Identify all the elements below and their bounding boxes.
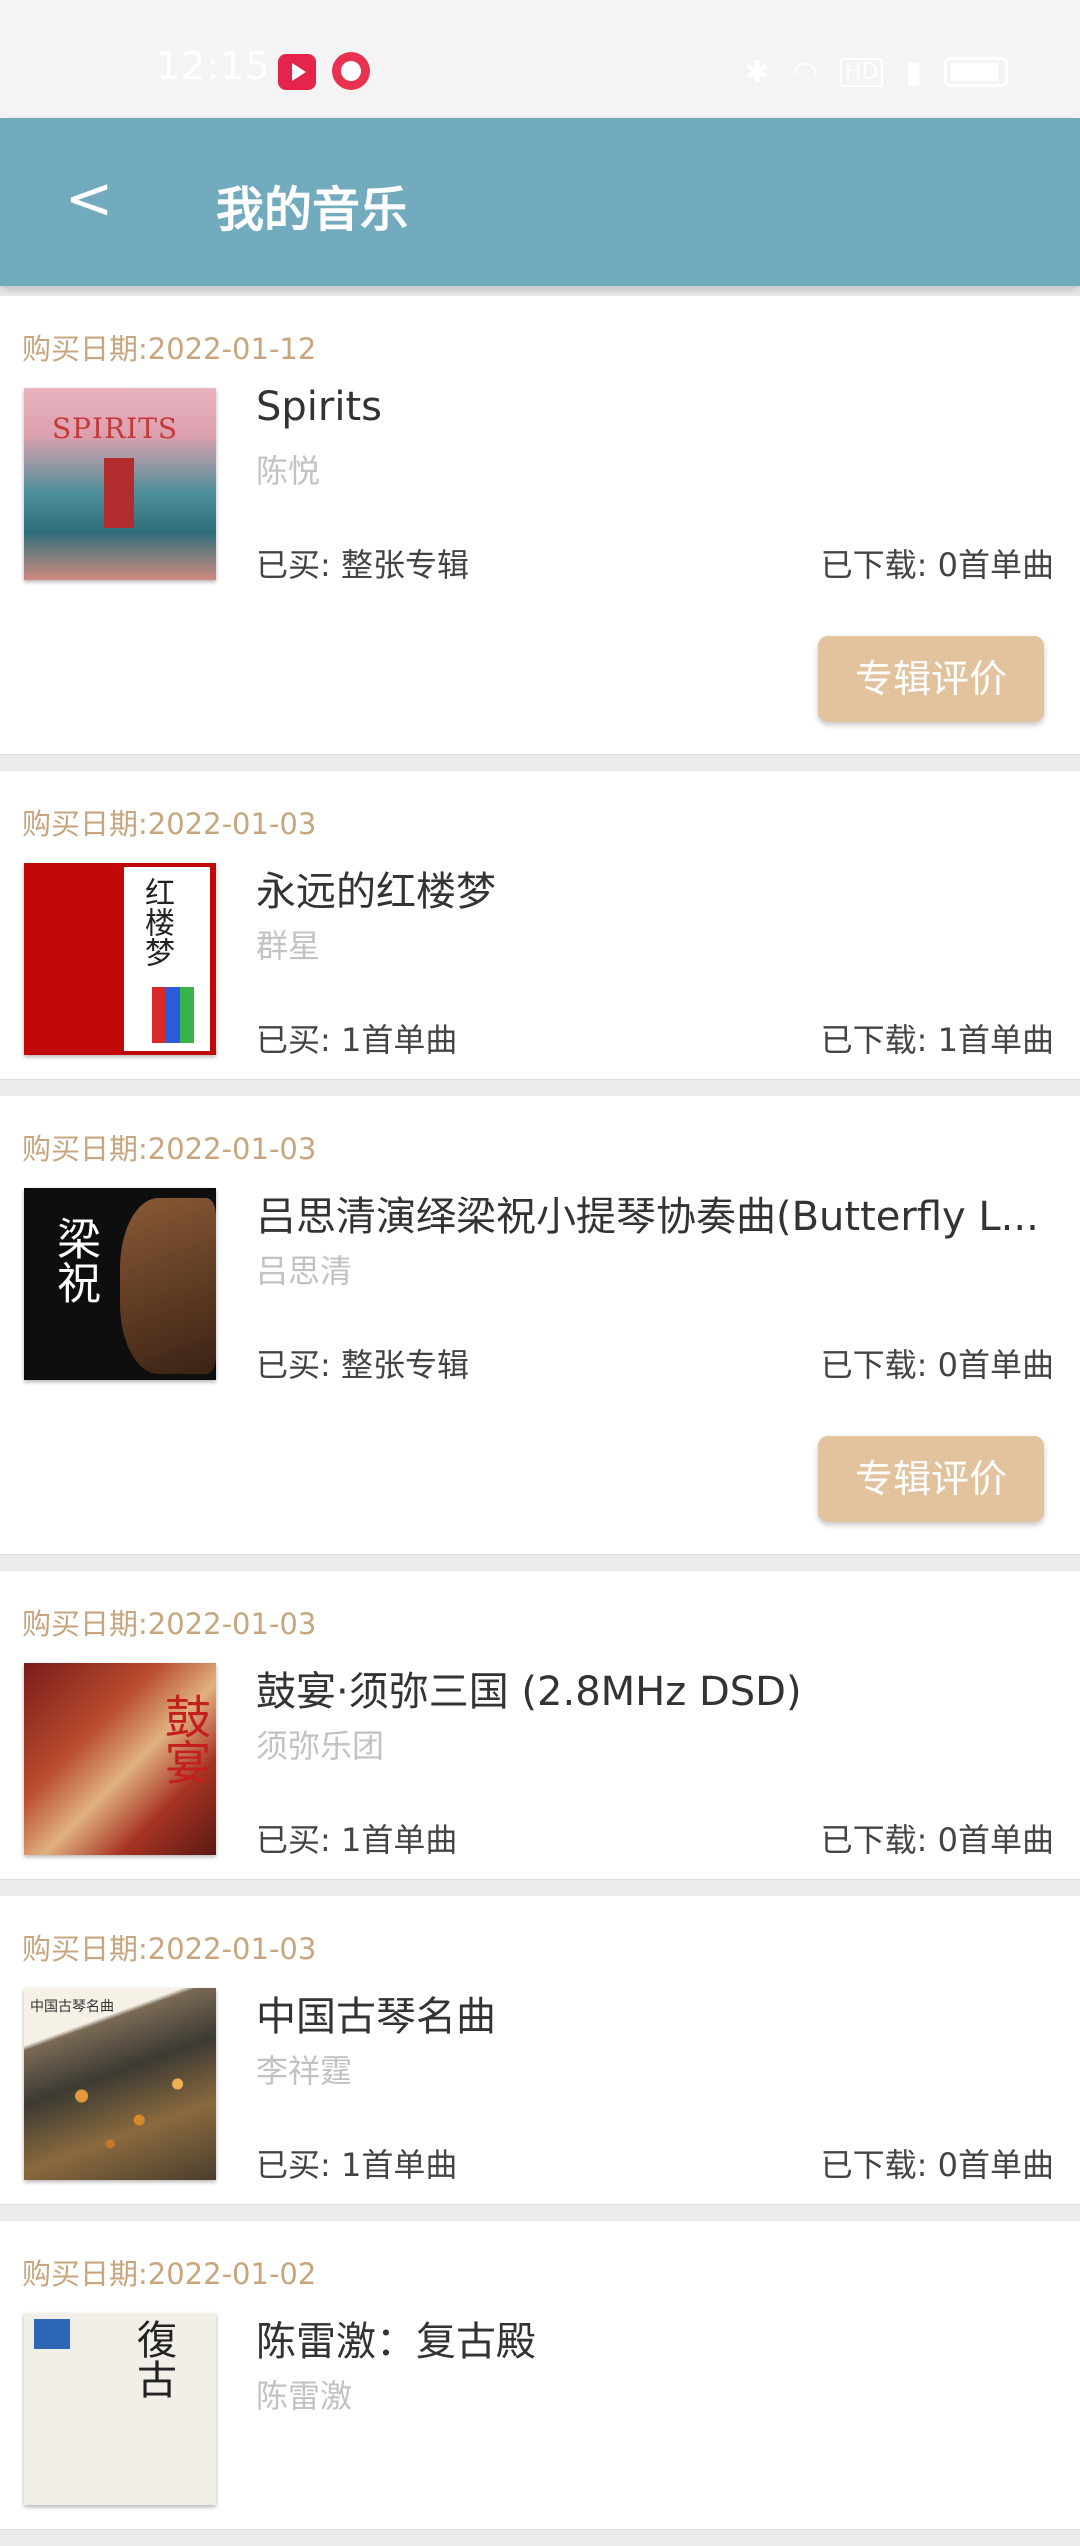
cover-title-text: 中国古琴名曲 bbox=[30, 1999, 114, 2015]
purchase-date: 购买日期:2022-01-02 bbox=[22, 2257, 317, 2291]
download-status: 已下载: 1首单曲 bbox=[820, 1021, 1054, 1059]
album-title[interactable]: 吕思清演绎梁祝小提琴协奏曲(Butterfly L... bbox=[256, 1184, 1056, 1242]
purchase-date: 购买日期:2022-01-03 bbox=[22, 1132, 317, 1166]
download-status: 已下载: 0首单曲 bbox=[820, 546, 1054, 584]
wifi-icon: ◠ bbox=[791, 54, 818, 90]
cover-stripe bbox=[152, 987, 166, 1043]
hd-icon: HD bbox=[840, 57, 884, 87]
download-status: 已下载: 0首单曲 bbox=[820, 1346, 1054, 1384]
purchase-date: 购买日期:2022-01-03 bbox=[22, 1607, 317, 1641]
video-app-icon bbox=[278, 54, 316, 90]
album-title[interactable]: 鼓宴·须弥三国 (2.8MHz DSD) bbox=[256, 1659, 1056, 1717]
album-artist: 陈悦 bbox=[256, 452, 321, 490]
album-card[interactable]: 购买日期:2022-01-03 鼓宴 鼓宴·须弥三国 (2.8MHz DSD) … bbox=[0, 1571, 1080, 1880]
album-artist: 李祥霆 bbox=[256, 2052, 353, 2090]
signal-icon: ▮ bbox=[905, 54, 922, 90]
album-artist: 须弥乐团 bbox=[256, 1727, 385, 1765]
download-status: 已下载: 0首单曲 bbox=[820, 2146, 1054, 2184]
album-cover[interactable]: 中国古琴名曲 bbox=[24, 1988, 216, 2180]
cover-art bbox=[24, 2048, 216, 2168]
download-status: 已下载: 0首单曲 bbox=[820, 1821, 1054, 1859]
album-card[interactable]: 购买日期:2022-01-02 復古 陈雷激：复古殿 陈雷激 bbox=[0, 2221, 1080, 2530]
bought-status: 已买: 1首单曲 bbox=[256, 1021, 458, 1059]
bought-status: 已买: 1首单曲 bbox=[256, 2146, 458, 2184]
album-card[interactable]: 购买日期:2022-01-12 SPIRITS Spirits 陈悦 已买: 整… bbox=[0, 296, 1080, 755]
cover-stripe bbox=[180, 987, 194, 1043]
cover-title-text: 鼓宴 bbox=[158, 1693, 212, 1785]
album-artist: 群星 bbox=[256, 927, 321, 965]
album-artist: 陈雷激 bbox=[256, 2377, 353, 2415]
bought-status: 已买: 整张专辑 bbox=[256, 1346, 469, 1384]
album-title[interactable]: 中国古琴名曲 bbox=[256, 1984, 1056, 2042]
purchase-date: 购买日期:2022-01-03 bbox=[22, 1932, 317, 1966]
bought-status: 已买: 1首单曲 bbox=[256, 1821, 458, 1859]
album-cover[interactable]: 鼓宴 bbox=[24, 1663, 216, 1855]
purchase-list: 购买日期:2022-01-12 SPIRITS Spirits 陈悦 已买: 整… bbox=[0, 296, 1080, 2546]
system-icons: ✱ ◠ HD ▮ bbox=[745, 52, 1008, 92]
album-title[interactable]: 陈雷激：复古殿 bbox=[256, 2309, 1056, 2367]
album-title[interactable]: 永远的红楼梦 bbox=[256, 859, 1056, 917]
cover-title-text: 红楼梦 bbox=[139, 877, 174, 967]
label-logo bbox=[34, 2319, 70, 2349]
album-title[interactable]: Spirits bbox=[256, 384, 1056, 430]
chat-app-icon bbox=[332, 52, 370, 90]
cover-title-text: 梁祝 bbox=[49, 1216, 100, 1304]
album-cover[interactable]: 復古 bbox=[24, 2313, 216, 2505]
cover-title-text: 復古 bbox=[130, 2319, 176, 2399]
album-cover[interactable]: SPIRITS bbox=[24, 388, 216, 580]
cover-banner bbox=[104, 458, 134, 528]
album-card[interactable]: 购买日期:2022-01-03 红楼梦 永远的红楼梦 群星 已买: 1首单曲 已… bbox=[0, 771, 1080, 1080]
cover-portrait bbox=[120, 1198, 216, 1374]
album-review-button[interactable]: 专辑评价 bbox=[818, 1436, 1044, 1522]
album-review-button[interactable]: 专辑评价 bbox=[818, 636, 1044, 722]
album-cover[interactable]: 梁祝 bbox=[24, 1188, 216, 1380]
purchase-date: 购买日期:2022-01-03 bbox=[22, 807, 317, 841]
album-cover[interactable]: 红楼梦 bbox=[24, 863, 216, 1055]
cover-title-text: SPIRITS bbox=[52, 412, 179, 445]
bought-status: 已买: 整张专辑 bbox=[256, 546, 469, 584]
app-header: < 我的音乐 bbox=[0, 118, 1080, 286]
album-card[interactable]: 购买日期:2022-01-03 梁祝 吕思清演绎梁祝小提琴协奏曲(Butterf… bbox=[0, 1096, 1080, 1555]
status-time: 12:15 bbox=[156, 44, 271, 88]
status-bar: 12:15 ✱ ◠ HD ▮ bbox=[0, 0, 1080, 118]
cover-stripe bbox=[166, 987, 180, 1043]
album-card[interactable]: 购买日期:2022-01-03 中国古琴名曲 中国古琴名曲 李祥霆 已买: 1首… bbox=[0, 1896, 1080, 2205]
battery-icon bbox=[944, 57, 1008, 87]
purchase-date: 购买日期:2022-01-12 bbox=[22, 332, 317, 366]
back-button[interactable]: < bbox=[54, 158, 124, 238]
album-artist: 吕思清 bbox=[256, 1252, 353, 1290]
bluetooth-icon: ✱ bbox=[744, 54, 770, 90]
page-title: 我的音乐 bbox=[216, 182, 409, 238]
